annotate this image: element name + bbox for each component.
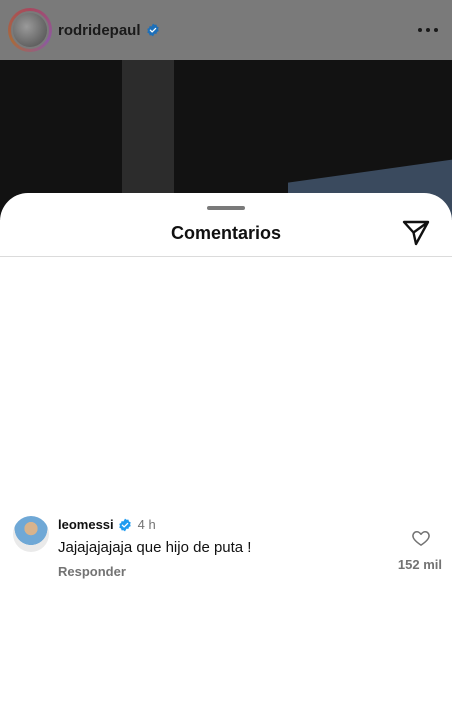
post-author-avatar[interactable] bbox=[8, 8, 52, 52]
comment-text: Jajajajajaja que hijo de puta ! bbox=[58, 539, 252, 556]
comments-sheet: Comentarios leomessi 4 h Jajajajajaja qu… bbox=[0, 193, 452, 720]
avatar-image bbox=[11, 11, 49, 49]
comment-timestamp: 4 h bbox=[137, 517, 156, 532]
post-username[interactable]: rodridepaul bbox=[58, 22, 141, 39]
reply-button[interactable]: Responder bbox=[58, 564, 126, 579]
post-header: rodridepaul bbox=[0, 0, 452, 60]
more-horizontal-icon[interactable] bbox=[418, 20, 438, 40]
sheet-grabber-handle[interactable] bbox=[207, 206, 245, 210]
verified-badge-icon bbox=[118, 518, 132, 532]
comment-author-avatar[interactable] bbox=[13, 516, 49, 552]
send-icon[interactable] bbox=[401, 219, 431, 247]
verified-badge-icon bbox=[146, 23, 160, 37]
like-count: 152 mil bbox=[397, 557, 442, 572]
sheet-title: Comentarios bbox=[170, 223, 282, 243]
heart-icon[interactable] bbox=[411, 528, 431, 548]
comment-item: leomessi 4 h Jajajajajaja que hijo de pu… bbox=[0, 516, 452, 586]
comment-header: leomessi 4 h bbox=[58, 517, 156, 532]
comment-username[interactable]: leomessi bbox=[58, 517, 114, 532]
divider bbox=[0, 256, 452, 257]
